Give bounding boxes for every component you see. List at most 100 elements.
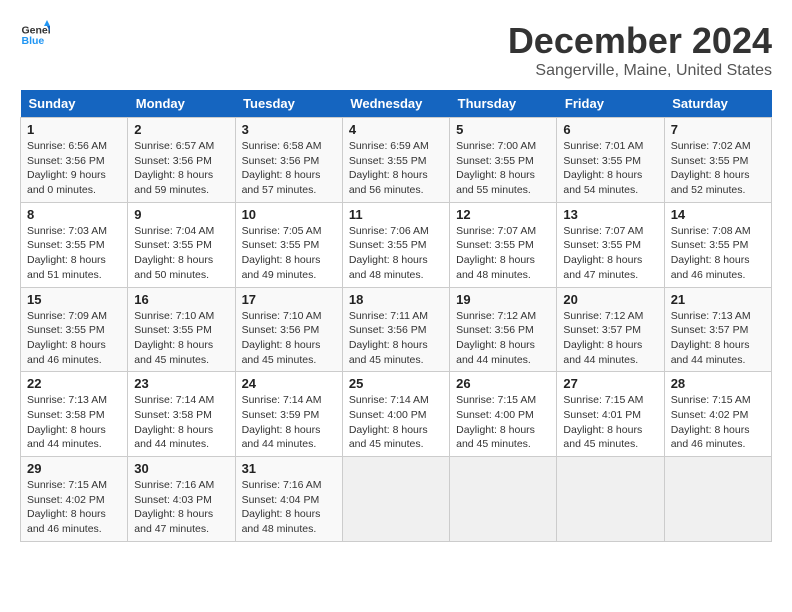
header-monday: Monday: [128, 90, 235, 118]
day-info: Sunrise: 6:56 AMSunset: 3:56 PMDaylight:…: [27, 139, 121, 198]
day-number: 16: [134, 292, 228, 307]
day-info: Sunrise: 7:15 AMSunset: 4:02 PMDaylight:…: [27, 478, 121, 537]
calendar-cell: 27Sunrise: 7:15 AMSunset: 4:01 PMDayligh…: [557, 372, 664, 457]
day-number: 12: [456, 207, 550, 222]
day-info: Sunrise: 7:01 AMSunset: 3:55 PMDaylight:…: [563, 139, 657, 198]
day-number: 26: [456, 376, 550, 391]
day-number: 29: [27, 461, 121, 476]
calendar-cell: 6 Sunrise: 7:01 AMSunset: 3:55 PMDaylight…: [557, 118, 664, 203]
calendar-cell: 17 Sunrise: 7:10 AMSunset: 3:56 PMDayligh…: [235, 287, 342, 372]
day-info: Sunrise: 7:13 AMSunset: 3:58 PMDaylight:…: [27, 393, 121, 452]
calendar-cell: 14 Sunrise: 7:08 AMSunset: 3:55 PMDayligh…: [664, 202, 771, 287]
day-number: 2: [134, 122, 228, 137]
day-number: 31: [242, 461, 336, 476]
day-number: 8: [27, 207, 121, 222]
calendar-cell: 10Sunrise: 7:05 AMSunset: 3:55 PMDayligh…: [235, 202, 342, 287]
calendar-week-row: 8Sunrise: 7:03 AMSunset: 3:55 PMDaylight…: [21, 202, 772, 287]
day-info: Sunrise: 7:08 AMSunset: 3:55 PMDaylight:…: [671, 224, 765, 283]
calendar-cell: [664, 457, 771, 542]
calendar-cell: 25Sunrise: 7:14 AMSunset: 4:00 PMDayligh…: [342, 372, 449, 457]
day-number: 4: [349, 122, 443, 137]
day-number: 19: [456, 292, 550, 307]
calendar-cell: [557, 457, 664, 542]
day-number: 10: [242, 207, 336, 222]
calendar-cell: 29 Sunrise: 7:15 AMSunset: 4:02 PMDayligh…: [21, 457, 128, 542]
day-info: Sunrise: 7:09 AMSunset: 3:55 PMDaylight:…: [27, 309, 121, 368]
day-info: Sunrise: 7:16 AMSunset: 4:04 PMDaylight:…: [242, 478, 336, 537]
day-number: 7: [671, 122, 765, 137]
calendar-cell: 7 Sunrise: 7:02 AMSunset: 3:55 PMDaylight…: [664, 118, 771, 203]
day-info: Sunrise: 7:07 AMSunset: 3:55 PMDaylight:…: [456, 224, 550, 283]
calendar-cell: 31 Sunrise: 7:16 AMSunset: 4:04 PMDayligh…: [235, 457, 342, 542]
logo: General Blue: [20, 20, 50, 50]
day-info: Sunrise: 7:02 AMSunset: 3:55 PMDaylight:…: [671, 139, 765, 198]
day-number: 21: [671, 292, 765, 307]
day-number: 23: [134, 376, 228, 391]
day-number: 27: [563, 376, 657, 391]
day-number: 5: [456, 122, 550, 137]
day-number: 15: [27, 292, 121, 307]
calendar-cell: 18 Sunrise: 7:11 AMSunset: 3:56 PMDayligh…: [342, 287, 449, 372]
day-number: 24: [242, 376, 336, 391]
header-wednesday: Wednesday: [342, 90, 449, 118]
calendar-cell: 22Sunrise: 7:13 AMSunset: 3:58 PMDayligh…: [21, 372, 128, 457]
calendar-cell: 16 Sunrise: 7:10 AMSunset: 3:55 PMDayligh…: [128, 287, 235, 372]
calendar-cell: 5 Sunrise: 7:00 AMSunset: 3:55 PMDaylight…: [450, 118, 557, 203]
calendar-cell: 24 Sunrise: 7:14 AMSunset: 3:59 PMDayligh…: [235, 372, 342, 457]
calendar-week-row: 22Sunrise: 7:13 AMSunset: 3:58 PMDayligh…: [21, 372, 772, 457]
day-info: Sunrise: 7:00 AMSunset: 3:55 PMDaylight:…: [456, 139, 550, 198]
day-info: Sunrise: 7:07 AMSunset: 3:55 PMDaylight:…: [563, 224, 657, 283]
header-sunday: Sunday: [21, 90, 128, 118]
day-info: Sunrise: 7:14 AMSunset: 3:58 PMDaylight:…: [134, 393, 228, 452]
day-number: 17: [242, 292, 336, 307]
calendar-cell: 3Sunrise: 6:58 AMSunset: 3:56 PMDaylight…: [235, 118, 342, 203]
calendar-title: December 2024: [508, 20, 772, 62]
title-section: December 2024 Sangerville, Maine, United…: [508, 20, 772, 80]
calendar-cell: 20Sunrise: 7:12 AMSunset: 3:57 PMDayligh…: [557, 287, 664, 372]
calendar-cell: 23 Sunrise: 7:14 AMSunset: 3:58 PMDayligh…: [128, 372, 235, 457]
days-header-row: Sunday Monday Tuesday Wednesday Thursday…: [21, 90, 772, 118]
day-info: Sunrise: 7:10 AMSunset: 3:55 PMDaylight:…: [134, 309, 228, 368]
day-info: Sunrise: 7:12 AMSunset: 3:57 PMDaylight:…: [563, 309, 657, 368]
day-number: 1: [27, 122, 121, 137]
day-number: 18: [349, 292, 443, 307]
day-number: 9: [134, 207, 228, 222]
svg-text:Blue: Blue: [22, 35, 45, 47]
calendar-cell: 15 Sunrise: 7:09 AMSunset: 3:55 PMDayligh…: [21, 287, 128, 372]
calendar-cell: 26Sunrise: 7:15 AMSunset: 4:00 PMDayligh…: [450, 372, 557, 457]
day-info: Sunrise: 7:12 AMSunset: 3:56 PMDaylight:…: [456, 309, 550, 368]
calendar-cell: 8Sunrise: 7:03 AMSunset: 3:55 PMDaylight…: [21, 202, 128, 287]
calendar-cell: [450, 457, 557, 542]
calendar-cell: 11Sunrise: 7:06 AMSunset: 3:55 PMDayligh…: [342, 202, 449, 287]
day-number: 3: [242, 122, 336, 137]
day-number: 11: [349, 207, 443, 222]
day-info: Sunrise: 7:14 AMSunset: 4:00 PMDaylight:…: [349, 393, 443, 452]
day-number: 28: [671, 376, 765, 391]
day-info: Sunrise: 7:13 AMSunset: 3:57 PMDaylight:…: [671, 309, 765, 368]
day-info: Sunrise: 7:11 AMSunset: 3:56 PMDaylight:…: [349, 309, 443, 368]
day-number: 13: [563, 207, 657, 222]
calendar-cell: 13 Sunrise: 7:07 AMSunset: 3:55 PMDayligh…: [557, 202, 664, 287]
calendar-cell: 30Sunrise: 7:16 AMSunset: 4:03 PMDayligh…: [128, 457, 235, 542]
header-thursday: Thursday: [450, 90, 557, 118]
header-friday: Friday: [557, 90, 664, 118]
day-info: Sunrise: 7:14 AMSunset: 3:59 PMDaylight:…: [242, 393, 336, 452]
calendar-cell: [342, 457, 449, 542]
calendar-cell: 19 Sunrise: 7:12 AMSunset: 3:56 PMDayligh…: [450, 287, 557, 372]
calendar-cell: 2 Sunrise: 6:57 AMSunset: 3:56 PMDaylight…: [128, 118, 235, 203]
day-number: 30: [134, 461, 228, 476]
calendar-cell: 4 Sunrise: 6:59 AMSunset: 3:55 PMDaylight…: [342, 118, 449, 203]
day-number: 6: [563, 122, 657, 137]
day-number: 14: [671, 207, 765, 222]
day-info: Sunrise: 7:10 AMSunset: 3:56 PMDaylight:…: [242, 309, 336, 368]
page-header: General Blue December 2024 Sangerville, …: [20, 20, 772, 80]
calendar-cell: 21 Sunrise: 7:13 AMSunset: 3:57 PMDayligh…: [664, 287, 771, 372]
calendar-cell: 28Sunrise: 7:15 AMSunset: 4:02 PMDayligh…: [664, 372, 771, 457]
calendar-cell: 9Sunrise: 7:04 AMSunset: 3:55 PMDaylight…: [128, 202, 235, 287]
day-info: Sunrise: 6:57 AMSunset: 3:56 PMDaylight:…: [134, 139, 228, 198]
calendar-table: Sunday Monday Tuesday Wednesday Thursday…: [20, 90, 772, 542]
day-info: Sunrise: 6:59 AMSunset: 3:55 PMDaylight:…: [349, 139, 443, 198]
calendar-subtitle: Sangerville, Maine, United States: [508, 62, 772, 80]
calendar-cell: 1 Sunrise: 6:56 AMSunset: 3:56 PMDaylight…: [21, 118, 128, 203]
calendar-week-row: 15 Sunrise: 7:09 AMSunset: 3:55 PMDayligh…: [21, 287, 772, 372]
